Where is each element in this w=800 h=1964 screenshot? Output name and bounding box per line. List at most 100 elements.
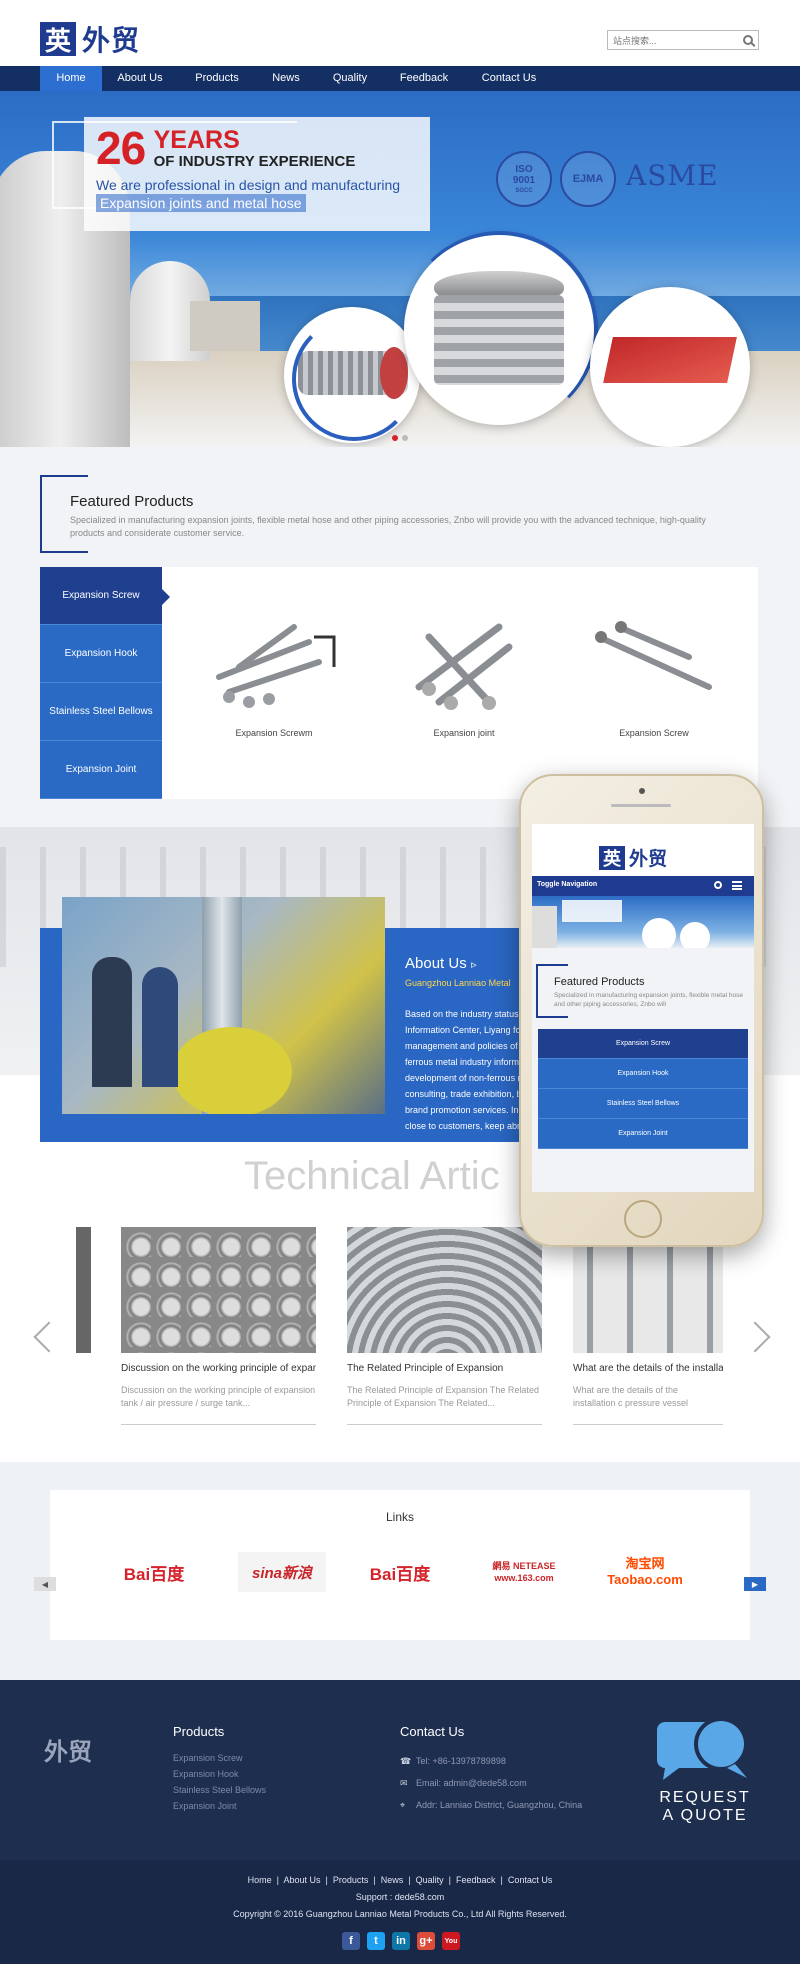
footer-product-link[interactable]: Expansion Hook (173, 1766, 266, 1782)
article-card[interactable]: What are the details of the installatio … (573, 1227, 723, 1425)
about-text-line: consulting, trade exhibition, b (405, 1089, 520, 1099)
article-image (121, 1227, 316, 1353)
footer-product-link[interactable]: Expansion Screw (173, 1750, 266, 1766)
article-card[interactable]: The Related Principle of Expansion The R… (347, 1227, 542, 1425)
phone-banner-tower (532, 906, 557, 948)
tab-stainless-steel-bellows[interactable]: Stainless Steel Bellows (40, 683, 162, 741)
prev-arrow-icon[interactable] (33, 1321, 65, 1353)
main-nav: Home About Us Products News Quality Feed… (0, 66, 800, 91)
nav-products[interactable]: Products (178, 66, 256, 91)
facebook-icon[interactable]: f (342, 1932, 360, 1950)
nav-news[interactable]: News (256, 66, 316, 91)
article-title[interactable]: Discussion on the working principle of e… (121, 1363, 316, 1374)
nav-quality[interactable]: Quality (316, 66, 384, 91)
request-quote-button[interactable]: REQUEST A QUOTE (655, 1714, 755, 1825)
about-text-line: ferrous metal industry informa (405, 1057, 520, 1067)
expansion-screw-2-image (595, 621, 712, 690)
about-title: About Us (405, 955, 467, 972)
phone-menu-icon[interactable] (732, 881, 742, 890)
tab-expansion-hook[interactable]: Expansion Hook (40, 625, 162, 683)
footer-link-home[interactable]: Home (248, 1875, 272, 1885)
footer-contact-list: ☎ Tel: +86-13978789898 ✉ Email: admin@de… (400, 1750, 582, 1816)
article-title[interactable]: The Related Principle of Expansion (347, 1363, 542, 1374)
asme-logo: ASME (626, 159, 719, 192)
request-quote-line2: A QUOTE (662, 1807, 748, 1824)
search-icon[interactable] (743, 35, 753, 45)
product-card[interactable]: Expansion joint (384, 607, 544, 738)
nav-home[interactable]: Home (40, 66, 102, 91)
phone-search-icon[interactable] (714, 881, 722, 889)
partial-article-image (76, 1227, 91, 1353)
footer-link-feedback[interactable]: Feedback (456, 1875, 496, 1885)
rect-joint-image (603, 337, 737, 383)
nav-contact-us[interactable]: Contact Us (464, 66, 554, 91)
product-card[interactable]: Expansion Screw (574, 607, 734, 738)
tab-expansion-screw[interactable]: Expansion Screw (40, 567, 162, 625)
phone-screen: 英 外贸 Toggle Navigation Featured Products… (532, 824, 754, 1192)
phone-tab-expansion-joint[interactable]: Expansion Joint (538, 1119, 748, 1149)
google-plus-icon[interactable]: g+ (417, 1932, 435, 1950)
product-card[interactable]: Expansion Screwm (194, 607, 354, 738)
tab-expansion-joint[interactable]: Expansion Joint (40, 741, 162, 799)
phone-banner-circle (642, 918, 676, 948)
taobao-logo[interactable]: 淘宝网 Taobao.com (600, 1552, 690, 1592)
arrow-icon: ▹ (471, 959, 477, 971)
slide-dot-1[interactable] (392, 435, 398, 441)
netease-logo[interactable]: 網易 NETEASE www.163.com (478, 1552, 570, 1592)
request-quote-line1: REQUEST (659, 1789, 751, 1806)
phone-tab-expansion-screw[interactable]: Expansion Screw (538, 1029, 748, 1059)
phone-logo: 英 外贸 (599, 844, 667, 871)
article-title[interactable]: What are the details of the installatio (573, 1363, 723, 1374)
logo-text: 外贸 (82, 24, 141, 57)
linkedin-icon[interactable]: in (392, 1932, 410, 1950)
banner-tagline: We are professional in design and manufa… (96, 177, 401, 193)
featured-description: Specialized in manufacturing expansion j… (70, 515, 706, 538)
iso-label: ISO 9001 (512, 164, 536, 186)
phone-banner (532, 896, 754, 948)
machine-image (172, 1027, 292, 1114)
phone-toggle-navigation[interactable]: Toggle Navigation (537, 881, 597, 888)
slide-dot-2[interactable] (402, 435, 408, 441)
footer-address: Addr: Lanniao District, Guangzhou, China (416, 1800, 583, 1810)
article-card[interactable]: Discussion on the working principle of e… (121, 1227, 316, 1425)
ejma-label: EJMA (572, 173, 604, 185)
product-caption: Expansion joint (433, 728, 495, 738)
site-logo[interactable]: 英 外贸 (40, 22, 141, 57)
baidu-logo[interactable]: Bai百度 (110, 1552, 198, 1592)
phone-banner-circle (680, 922, 710, 948)
about-text-line: Based on the industry status a (405, 1009, 520, 1019)
footer-bottom: Home | About Us | Products | News | Qual… (0, 1860, 800, 1964)
search-input[interactable] (608, 32, 736, 50)
phone-icon: ☎ (400, 1755, 412, 1766)
nav-feedback[interactable]: Feedback (384, 66, 464, 91)
mail-icon: ✉ (400, 1777, 408, 1788)
phone-tab-stainless-steel-bellows[interactable]: Stainless Steel Bellows (538, 1089, 748, 1119)
nav-about-us[interactable]: About Us (102, 66, 178, 91)
links-prev-icon[interactable]: ◀ (34, 1577, 56, 1591)
footer-product-link[interactable]: Stainless Steel Bellows (173, 1782, 266, 1798)
sina-logo[interactable]: sina新浪 (238, 1552, 326, 1592)
baidu-logo[interactable]: Bai百度 (356, 1552, 444, 1592)
speech-bubbles-icon (657, 1717, 748, 1780)
footer-product-link[interactable]: Expansion Joint (173, 1798, 266, 1814)
footer-link-contact[interactable]: Contact Us (508, 1875, 553, 1885)
links-next-icon[interactable]: ▶ (744, 1577, 766, 1591)
about-photo (62, 897, 385, 1114)
footer-link-products[interactable]: Products (333, 1875, 369, 1885)
site-footer: 外贸 Products Expansion Screw Expansion Ho… (0, 1680, 800, 1860)
about-heading[interactable]: About Us ▹ (405, 955, 477, 973)
article-description: Discussion on the working principle of e… (121, 1385, 316, 1408)
phone-nav-bar: Toggle Navigation (532, 876, 754, 896)
small-circle-arc (292, 317, 416, 441)
phone-tab-expansion-hook[interactable]: Expansion Hook (538, 1059, 748, 1089)
footer-link-about[interactable]: About Us (283, 1875, 320, 1885)
phone-home-button[interactable] (624, 1200, 662, 1238)
footer-link-quality[interactable]: Quality (416, 1875, 444, 1885)
article-divider (121, 1424, 316, 1425)
youtube-icon[interactable]: You (442, 1932, 460, 1950)
hero-banner: 26 YEARS OF INDUSTRY EXPERIENCE We are p… (0, 91, 800, 447)
twitter-icon[interactable]: t (367, 1932, 385, 1950)
footer-link-news[interactable]: News (381, 1875, 404, 1885)
next-arrow-icon[interactable] (739, 1321, 771, 1353)
about-text-line: management and policies of t (405, 1041, 520, 1051)
